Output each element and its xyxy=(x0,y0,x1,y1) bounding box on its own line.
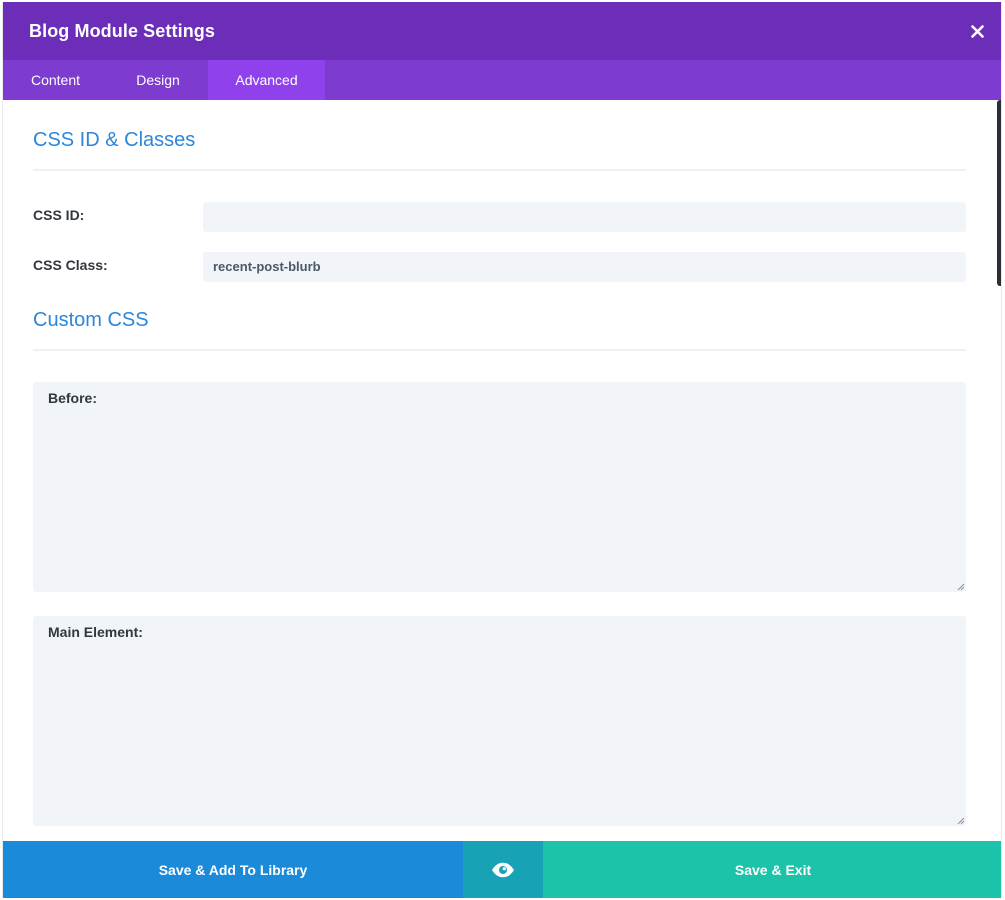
section-title-css-id-classes[interactable]: CSS ID & Classes xyxy=(33,129,195,152)
main-element-css-label: Main Element: xyxy=(48,624,143,640)
before-css-textarea[interactable]: Before: xyxy=(33,382,966,592)
css-class-label: CSS Class: xyxy=(33,257,108,273)
css-class-input[interactable] xyxy=(203,252,966,282)
scrollbar-thumb[interactable] xyxy=(997,100,1001,286)
before-css-label: Before: xyxy=(48,390,98,406)
tab-design[interactable]: Design xyxy=(108,60,208,100)
main-element-css-textarea[interactable]: Main Element: xyxy=(33,616,966,826)
section-divider xyxy=(33,169,966,171)
modal-title: Blog Module Settings xyxy=(29,21,215,41)
resize-handle-icon[interactable] xyxy=(956,582,965,591)
save-add-to-library-button[interactable]: Save & Add To Library xyxy=(3,841,463,898)
resize-handle-icon[interactable] xyxy=(956,816,965,825)
modal-header: Blog Module Settings xyxy=(3,2,1001,60)
css-id-input[interactable] xyxy=(203,202,966,232)
settings-content[interactable]: CSS ID & Classes CSS ID: CSS Class: Cust… xyxy=(3,100,1001,841)
module-settings-modal: Blog Module Settings Content Design Adva… xyxy=(2,2,1002,898)
section-divider xyxy=(33,349,966,351)
settings-tabs: Content Design Advanced xyxy=(3,60,1001,100)
preview-button[interactable] xyxy=(463,841,543,898)
modal-footer: Save & Add To Library Save & Exit xyxy=(3,841,1001,898)
eye-icon xyxy=(492,862,514,877)
close-button[interactable] xyxy=(965,19,989,43)
section-title-custom-css[interactable]: Custom CSS xyxy=(33,309,149,332)
save-exit-button[interactable]: Save & Exit xyxy=(543,841,1001,898)
tab-advanced[interactable]: Advanced xyxy=(208,60,325,100)
css-id-label: CSS ID: xyxy=(33,207,85,223)
tab-content[interactable]: Content xyxy=(3,60,108,100)
close-icon xyxy=(970,24,984,38)
